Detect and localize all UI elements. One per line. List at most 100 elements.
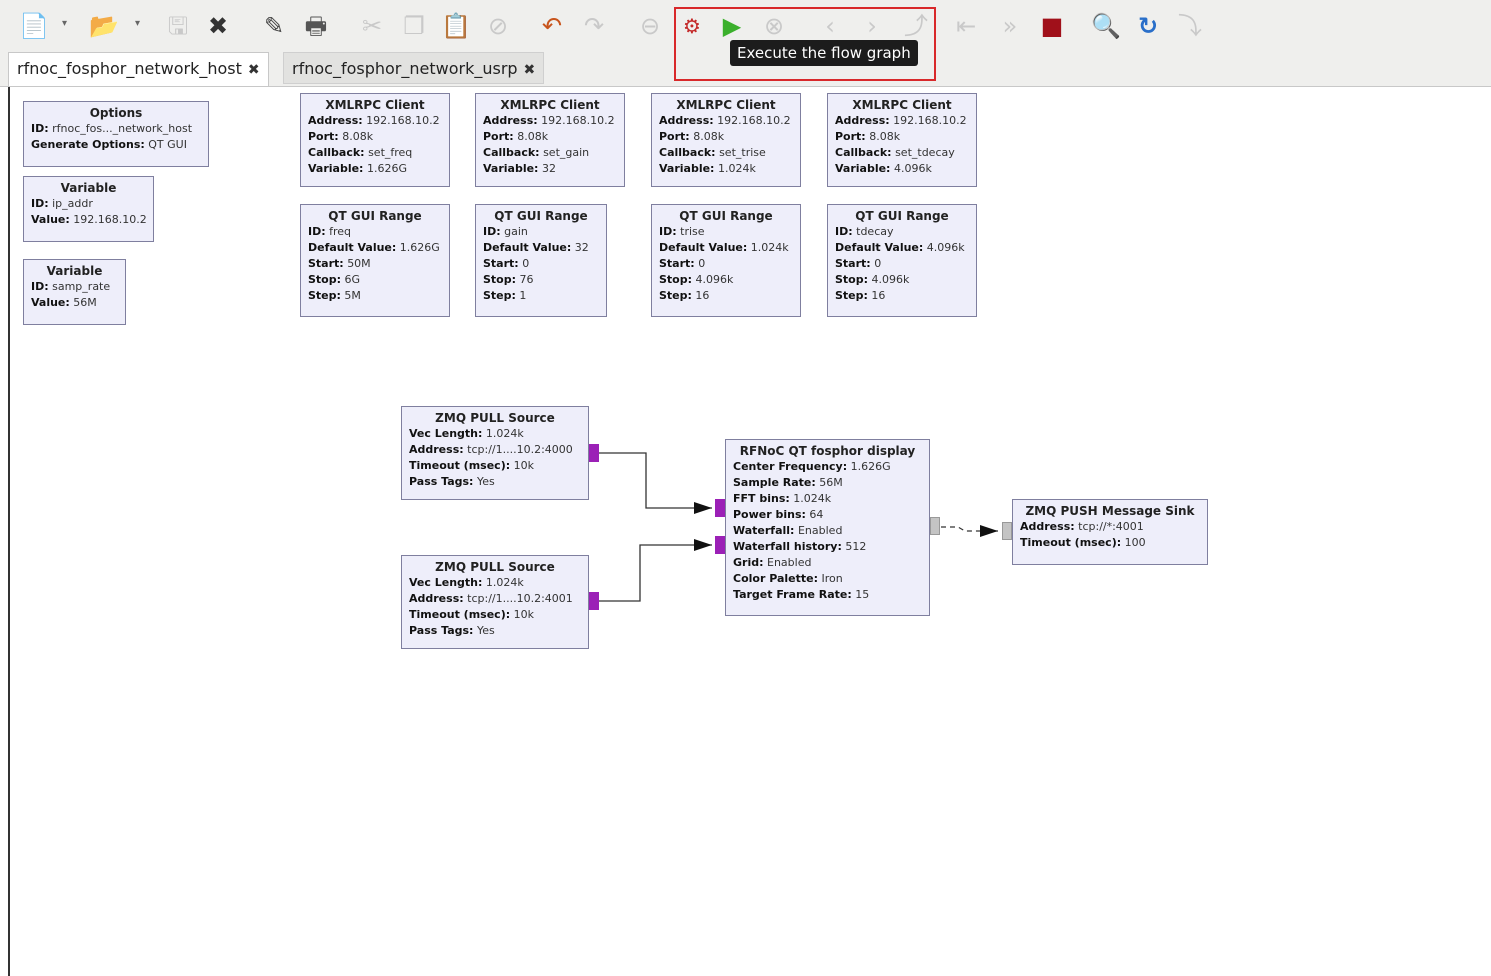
connection-wire-2 <box>599 544 712 602</box>
param-key: Variable: <box>483 162 539 175</box>
block-variable-ip-addr[interactable]: Variable ID: ip_addr Value: 192.168.10.2 <box>23 176 154 242</box>
param-key: Start: <box>483 257 519 270</box>
param-value: rfnoc_fos..._network_host <box>52 122 193 135</box>
param-key: FFT bins: <box>733 492 790 505</box>
param-key: Timeout (msec): <box>409 608 511 621</box>
block-zmq-push-message-sink[interactable]: ZMQ PUSH Message Sink Address: tcp://*:40… <box>1012 499 1208 565</box>
block-xmlrpc-client-trise[interactable]: XMLRPC Client Address: 192.168.10.2 Port: … <box>651 93 801 187</box>
block-param: FFT bins: 1.024k <box>733 491 922 507</box>
param-key: Address: <box>1020 520 1075 533</box>
param-value: Yes <box>476 624 495 637</box>
param-value: 4.096k <box>926 241 965 254</box>
param-value: 1.626G <box>399 241 440 254</box>
param-value: 32 <box>541 162 556 175</box>
param-key: Step: <box>308 289 341 302</box>
block-param: Stop: 76 <box>483 272 599 288</box>
param-value: 16 <box>871 289 886 302</box>
block-param: Default Value: 1.626G <box>308 240 442 256</box>
block-param: Address: tcp://1....10.2:4001 <box>409 591 581 607</box>
block-param: Start: 50M <box>308 256 442 272</box>
param-key: Variable: <box>835 162 891 175</box>
param-value: 4.096k <box>871 273 910 286</box>
param-value: set_freq <box>368 146 413 159</box>
block-xmlrpc-client-gain[interactable]: XMLRPC Client Address: 192.168.10.2 Port: … <box>475 93 625 187</box>
block-title: QT GUI Range <box>328 209 422 223</box>
block-param: Grid: Enabled <box>733 555 922 571</box>
block-param: Step: 16 <box>659 288 793 304</box>
param-key: Stop: <box>308 273 342 286</box>
param-key: Port: <box>483 130 514 143</box>
param-key: Vec Length: <box>409 427 483 440</box>
param-value: 10k <box>513 459 534 472</box>
block-param: Color Palette: Iron <box>733 571 922 587</box>
block-param: Callback: set_tdecay <box>835 145 969 161</box>
param-value: 1.024k <box>750 241 789 254</box>
block-xmlrpc-client-tdecay[interactable]: XMLRPC Client Address: 192.168.10.2 Port: … <box>827 93 977 187</box>
connection-arrow-2 <box>694 539 712 551</box>
param-value: 192.168.10.2 <box>893 114 967 127</box>
param-value: 1.024k <box>717 162 756 175</box>
param-value: set_gain <box>543 146 590 159</box>
param-value: freq <box>329 225 352 238</box>
param-key: Address: <box>409 443 464 456</box>
block-param: Port: 8.08k <box>308 129 442 145</box>
param-key: Variable: <box>308 162 364 175</box>
block-qt-gui-range-trise[interactable]: QT GUI Range ID: trise Default Value: 1.02… <box>651 204 801 317</box>
param-key: Stop: <box>483 273 517 286</box>
param-value: 56M <box>819 476 843 489</box>
input-port[interactable] <box>715 499 725 517</box>
block-zmq-pull-source-2[interactable]: ZMQ PULL Source Vec Length: 1.024k Address… <box>401 555 589 649</box>
block-param: Address: tcp://*:4001 <box>1020 519 1200 535</box>
output-port[interactable] <box>589 592 599 610</box>
block-zmq-pull-source-1[interactable]: ZMQ PULL Source Vec Length: 1.024k Address… <box>401 406 589 500</box>
block-qt-gui-range-gain[interactable]: QT GUI Range ID: gain Default Value: 32 Sta… <box>475 204 607 317</box>
param-key: Color Palette: <box>733 572 819 585</box>
param-key: ID: <box>835 225 853 238</box>
block-title: XMLRPC Client <box>676 98 776 112</box>
connection-arrow-1 <box>694 502 712 514</box>
param-key: Callback: <box>835 146 892 159</box>
param-key: Value: <box>31 296 70 309</box>
param-key: Pass Tags: <box>409 624 474 637</box>
block-param: ID: freq <box>308 224 442 240</box>
block-param: Port: 8.08k <box>835 129 969 145</box>
message-output-port[interactable] <box>930 517 940 535</box>
block-param: Callback: set_freq <box>308 145 442 161</box>
param-key: Sample Rate: <box>733 476 816 489</box>
block-rfnoc-qt-fosphor-display[interactable]: RFNoC QT fosphor display Center Frequency… <box>725 439 930 616</box>
param-value: Enabled <box>767 556 812 569</box>
param-value: 512 <box>845 540 867 553</box>
param-key: Step: <box>835 289 868 302</box>
block-title: XMLRPC Client <box>500 98 600 112</box>
param-key: ID: <box>31 280 49 293</box>
output-port[interactable] <box>589 444 599 462</box>
block-param: Port: 8.08k <box>659 129 793 145</box>
param-value: 192.168.10.2 <box>73 213 147 226</box>
input-port[interactable] <box>715 536 725 554</box>
param-value: 76 <box>519 273 534 286</box>
param-key: Start: <box>659 257 695 270</box>
block-param: Vec Length: 1.024k <box>409 575 581 591</box>
block-variable-samp-rate[interactable]: Variable ID: samp_rate Value: 56M <box>23 259 126 325</box>
message-input-port[interactable] <box>1002 522 1012 540</box>
block-qt-gui-range-freq[interactable]: QT GUI Range ID: freq Default Value: 1.626… <box>300 204 450 317</box>
param-value: 0 <box>522 257 530 270</box>
block-qt-gui-range-tdecay[interactable]: QT GUI Range ID: tdecay Default Value: 4.0… <box>827 204 977 317</box>
block-xmlrpc-client-freq[interactable]: XMLRPC Client Address: 192.168.10.2 Port: … <box>300 93 450 187</box>
param-value: 1.024k <box>485 576 524 589</box>
param-key: Address: <box>409 592 464 605</box>
param-value: tdecay <box>856 225 894 238</box>
param-value: 1.024k <box>793 492 832 505</box>
param-key: Default Value: <box>659 241 748 254</box>
param-key: Step: <box>659 289 692 302</box>
block-param: Address: 192.168.10.2 <box>483 113 617 129</box>
param-key: Timeout (msec): <box>1020 536 1122 549</box>
param-key: ID: <box>31 122 49 135</box>
block-param: Start: 0 <box>483 256 599 272</box>
param-key: Pass Tags: <box>409 475 474 488</box>
block-options[interactable]: Options ID: rfnoc_fos..._network_host Gene… <box>23 101 209 167</box>
block-param: Address: tcp://1....10.2:4000 <box>409 442 581 458</box>
block-param: Pass Tags: Yes <box>409 623 581 639</box>
block-param: Default Value: 4.096k <box>835 240 969 256</box>
block-param: Value: 56M <box>31 295 118 311</box>
